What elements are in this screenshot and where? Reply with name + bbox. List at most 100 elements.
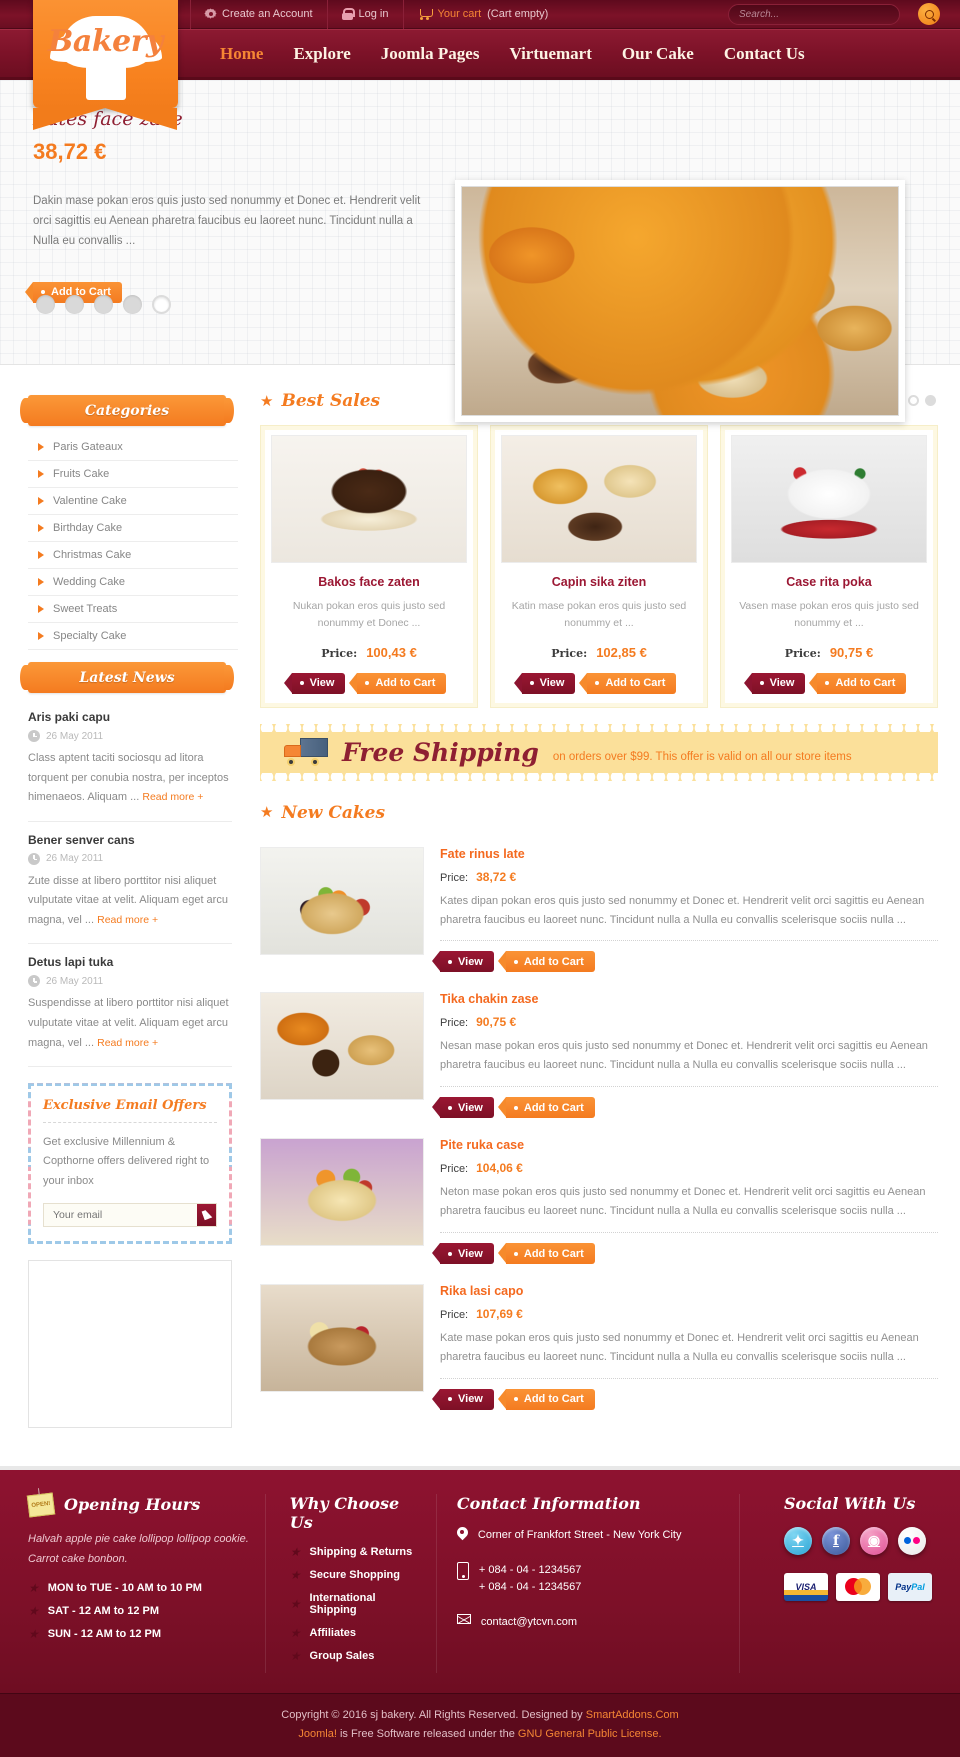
- free-shipping-banner: Free Shipping on orders over $99. This o…: [260, 723, 938, 781]
- product-price-row: Price: 90,75 €: [731, 645, 927, 660]
- best-sales-products: Bakos face zaten Nukan pokan eros quis j…: [260, 425, 938, 708]
- hero-dot-4[interactable]: [123, 295, 142, 314]
- product-image[interactable]: [260, 992, 424, 1101]
- sidebar-item-fruits-cake[interactable]: Fruits Cake: [28, 461, 238, 487]
- product-image[interactable]: [260, 1284, 424, 1393]
- news-meta: 26 May 2011: [28, 975, 232, 988]
- best-sales-dot-3[interactable]: [925, 395, 936, 406]
- hero-price: 38,72 €: [33, 139, 107, 164]
- best-sales-title: Best Sales: [281, 391, 381, 411]
- email-link[interactable]: contact@ytcvn.com: [481, 1614, 577, 1631]
- footer-link-international-shipping[interactable]: International Shipping: [310, 1592, 422, 1616]
- star-icon: ★: [289, 1596, 301, 1611]
- search-input[interactable]: [728, 4, 900, 25]
- bullet-dot-icon: [513, 1105, 518, 1110]
- gpl-license-link[interactable]: GNU General Public License.: [518, 1728, 662, 1740]
- clock-icon: [28, 852, 40, 865]
- gear-icon: [205, 9, 216, 20]
- list-item: Bener senver cans 26 May 2011 Zute disse…: [28, 822, 232, 945]
- copyright-line-2: Joomla! is Free Software released under …: [0, 1725, 960, 1744]
- flickr-icon[interactable]: [897, 1526, 926, 1555]
- view-button[interactable]: View: [432, 1388, 494, 1410]
- list-item: Paris Gateaux: [28, 434, 238, 461]
- nav-items: Home Explore Joomla Pages Virtuemart Our…: [205, 28, 820, 79]
- list-item: Birthday Cake: [28, 515, 238, 542]
- view-button[interactable]: View: [432, 1243, 494, 1265]
- footer-link-group-sales[interactable]: Group Sales: [310, 1650, 375, 1662]
- add-to-cart-button[interactable]: Add to Cart: [497, 1097, 595, 1119]
- list-item: Detus lapi tuka 26 May 2011 Suspendisse …: [28, 944, 232, 1068]
- price-value: 38,72 €: [476, 869, 517, 884]
- view-button[interactable]: View: [432, 951, 494, 973]
- sidebar-item-wedding-cake[interactable]: Wedding Cake: [28, 569, 238, 595]
- create-account-label: Create an Account: [222, 8, 313, 20]
- star-icon: ★: [28, 1580, 39, 1595]
- price-label: Price:: [440, 1017, 469, 1030]
- cart-link[interactable]: Your cart (Cart empty): [404, 0, 563, 29]
- twitter-icon[interactable]: ✦: [783, 1526, 812, 1555]
- price-value: 100,43 €: [366, 644, 417, 660]
- create-account-link[interactable]: Create an Account: [190, 0, 328, 29]
- sidebar-item-specialty-cake[interactable]: Specialty Cake: [28, 623, 238, 649]
- login-link[interactable]: Log in: [328, 0, 404, 29]
- newsletter-email-input[interactable]: [44, 1203, 197, 1226]
- shopping-cart-icon: [418, 8, 433, 20]
- nav-item-explore[interactable]: Explore: [278, 28, 365, 79]
- add-to-cart-button[interactable]: Add to Cart: [497, 951, 595, 973]
- view-button[interactable]: View: [283, 672, 346, 694]
- site-logo[interactable]: Bakery: [33, 0, 178, 130]
- sidebar-item-birthday-cake[interactable]: Birthday Cake: [28, 515, 238, 541]
- sidebar-item-sweet-treats[interactable]: Sweet Treats: [28, 596, 238, 622]
- add-to-cart-button[interactable]: Add to Cart: [497, 1243, 595, 1265]
- price-value: 107,69 €: [476, 1307, 523, 1322]
- search-button[interactable]: [918, 3, 940, 25]
- add-to-cart-button[interactable]: Add to Cart: [497, 1388, 595, 1410]
- truck-icon: [284, 738, 328, 767]
- opening-hours-note: Halvah apple pie cake lollipop lollipop …: [28, 1532, 249, 1565]
- smartaddons-link[interactable]: SmartAddons.Com: [586, 1709, 679, 1721]
- read-more-link[interactable]: Read more +: [142, 791, 203, 803]
- add-to-cart-button[interactable]: Add to Cart: [349, 672, 447, 694]
- add-to-cart-button[interactable]: Add to Cart: [809, 672, 907, 694]
- sidebar-item-valentine-cake[interactable]: Valentine Cake: [28, 488, 238, 514]
- footer-link-shipping-returns[interactable]: Shipping & Returns: [310, 1546, 413, 1558]
- best-sales-dot-2[interactable]: [908, 395, 919, 406]
- news-meta: 26 May 2011: [28, 852, 232, 865]
- hero-dot-3[interactable]: [94, 295, 113, 314]
- divider: [435, 1493, 437, 1673]
- product-image[interactable]: [501, 435, 697, 563]
- divider: [264, 1493, 266, 1673]
- nav-item-home[interactable]: Home: [205, 28, 278, 79]
- add-to-cart-button[interactable]: Add to Cart: [579, 672, 677, 694]
- product-image[interactable]: [731, 435, 927, 563]
- product-image[interactable]: [271, 435, 467, 563]
- view-button[interactable]: View: [743, 672, 806, 694]
- nav-item-virtuemart[interactable]: Virtuemart: [494, 28, 606, 79]
- nav-item-contact-us[interactable]: Contact Us: [709, 28, 820, 79]
- star-icon: ★: [260, 392, 274, 410]
- dribbble-icon[interactable]: ◉: [859, 1526, 888, 1555]
- clock-icon: [28, 975, 40, 988]
- nav-item-our-cake[interactable]: Our Cake: [607, 28, 709, 79]
- newsletter-submit-button[interactable]: [197, 1203, 216, 1226]
- price-label: Price:: [321, 646, 358, 660]
- main-column: ★ Best Sales Bakos face zaten Nukan poka…: [238, 383, 938, 1428]
- footer-link-secure-shopping[interactable]: Secure Shopping: [310, 1569, 400, 1581]
- nav-item-joomla-pages[interactable]: Joomla Pages: [366, 28, 495, 79]
- sidebar-item-paris-gateaux[interactable]: Paris Gateaux: [28, 434, 238, 460]
- footer-link-affiliates[interactable]: Affiliates: [310, 1627, 356, 1639]
- product-image[interactable]: [260, 846, 424, 955]
- hero-dot-5[interactable]: [152, 295, 171, 314]
- view-button[interactable]: View: [513, 672, 576, 694]
- sidebar-item-christmas-cake[interactable]: Christmas Cake: [28, 542, 238, 568]
- view-button[interactable]: View: [432, 1097, 494, 1119]
- product-image[interactable]: [260, 1138, 424, 1247]
- news-text: Suspendisse at libero porttitor nisi ali…: [28, 997, 229, 1049]
- page-root: Create an Account Log in Your cart (Cart…: [0, 0, 960, 1757]
- facebook-icon[interactable]: f: [821, 1526, 850, 1555]
- read-more-link[interactable]: Read more +: [97, 1037, 158, 1049]
- joomla-link[interactable]: Joomla!: [298, 1728, 337, 1740]
- read-more-link[interactable]: Read more +: [97, 914, 158, 926]
- hero-dot-2[interactable]: [65, 295, 84, 314]
- hero-dot-1[interactable]: [36, 295, 55, 314]
